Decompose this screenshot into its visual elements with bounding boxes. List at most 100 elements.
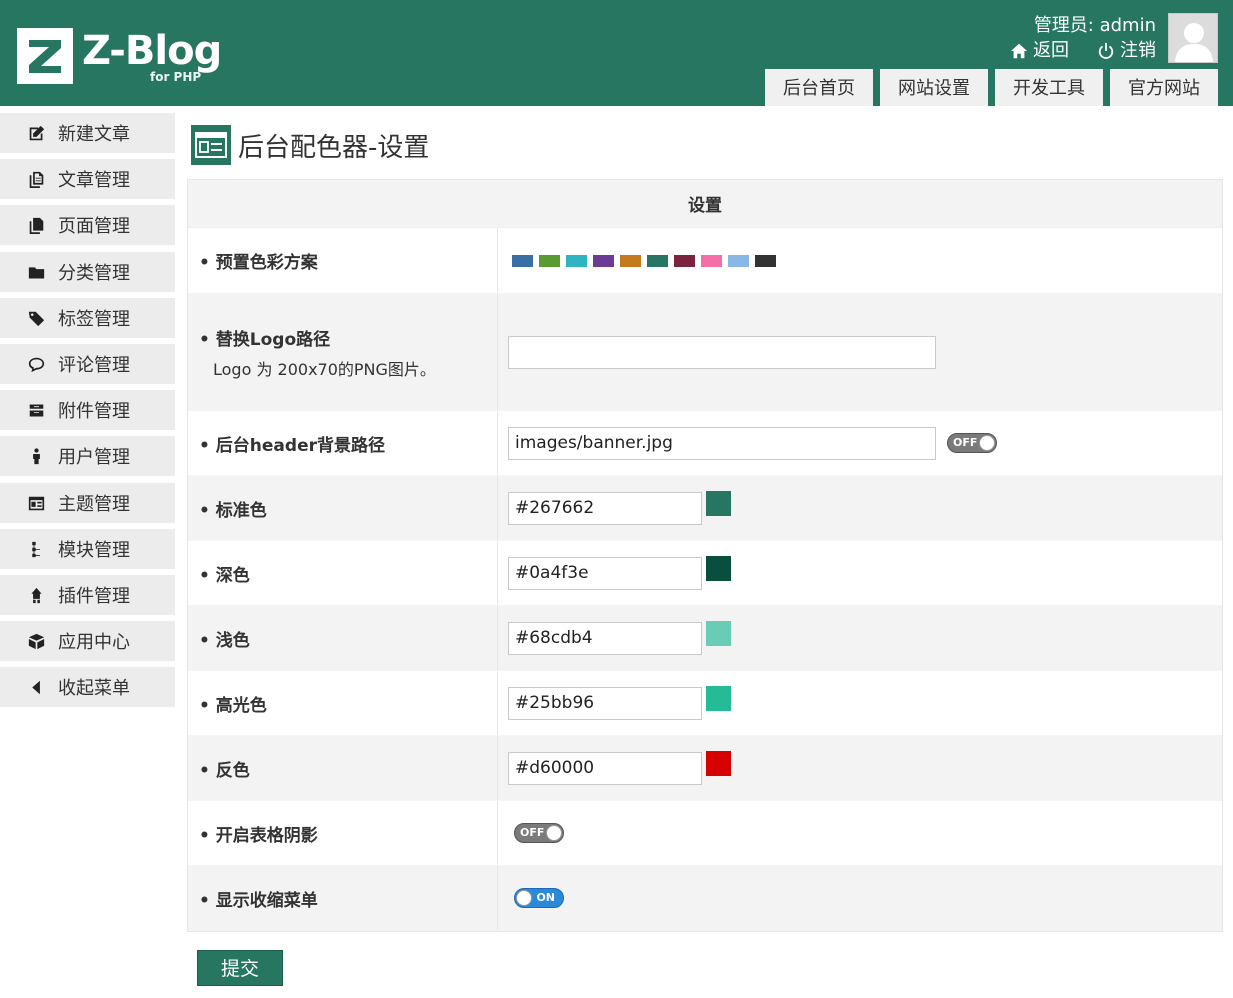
sidebar-item-label: 应用中心	[58, 632, 130, 653]
nav-site-settings[interactable]: 网站设置	[880, 69, 988, 106]
sidebar-item-pages[interactable]: 页面管理	[0, 205, 175, 245]
preset-swatch[interactable]	[755, 254, 776, 267]
preset-swatch[interactable]	[593, 254, 614, 267]
edit-icon	[29, 125, 44, 140]
header-bg-label: 后台header背景路径	[199, 431, 497, 456]
page-title-text: 后台配色器-设置	[238, 132, 430, 163]
sidebar-item-label: 模块管理	[58, 540, 130, 561]
sidebar-item-new-article[interactable]: 新建文章	[0, 113, 175, 153]
table-shadow-toggle[interactable]: OFF	[514, 823, 564, 843]
highlight-color-label: 高光色	[199, 691, 497, 716]
preset-swatch[interactable]	[728, 254, 749, 267]
tag-icon	[28, 311, 44, 326]
header-bg-toggle[interactable]: OFF	[947, 433, 997, 453]
nav-official-site[interactable]: 官方网站	[1110, 69, 1218, 106]
sidebar-item-app-center[interactable]: 应用中心	[0, 621, 175, 661]
toggle-state-label: OFF	[520, 826, 545, 839]
dark-color-label: 深色	[199, 561, 497, 586]
module-icon	[31, 541, 40, 557]
plugin-icon	[30, 587, 42, 603]
dark-color-preview[interactable]	[706, 555, 731, 581]
preset-swatch[interactable]	[647, 254, 668, 267]
preset-swatch[interactable]	[566, 254, 587, 267]
standard-color-input[interactable]	[508, 491, 702, 525]
light-color-label: 浅色	[199, 626, 497, 651]
preset-swatch[interactable]	[620, 254, 641, 267]
sidebar-item-themes[interactable]: 主题管理	[0, 483, 175, 523]
sidebar-item-modules[interactable]: 模块管理	[0, 529, 175, 569]
settings-window-icon	[191, 125, 231, 165]
sidebar-item-plugins[interactable]: 插件管理	[0, 575, 175, 615]
page-title: 后台配色器-设置	[191, 125, 429, 165]
sidebar-item-label: 分类管理	[58, 263, 130, 284]
row-header-bg: 后台header背景路径 OFF	[188, 411, 1222, 476]
logout-link[interactable]: 注销	[1097, 38, 1156, 64]
logo-mark	[17, 28, 73, 84]
back-link[interactable]: 返回	[1010, 38, 1069, 64]
preset-colors-label: 预置色彩方案	[199, 248, 497, 273]
table-shadow-label: 开启表格阴影	[199, 821, 497, 846]
preset-swatch[interactable]	[512, 254, 533, 267]
sidebar-item-label: 插件管理	[58, 586, 130, 607]
logout-label: 注销	[1120, 40, 1156, 61]
settings-panel: 设置 预置色彩方案 替换Logo路径 Logo 为 200x70的PNG图片。 …	[187, 179, 1223, 932]
logo-subtitle: for PHP	[150, 70, 202, 84]
inverse-color-preview[interactable]	[706, 750, 731, 776]
sidebar-item-label: 评论管理	[58, 355, 130, 376]
home-icon	[1010, 43, 1028, 59]
logo[interactable]: Z-Blog for PHP	[17, 28, 222, 84]
sidebar-item-label: 文章管理	[58, 170, 130, 191]
header-bg-input[interactable]	[508, 426, 936, 460]
sidebar-item-users[interactable]: 用户管理	[0, 436, 175, 476]
light-color-input[interactable]	[508, 621, 702, 655]
logo-title: Z-Blog	[82, 28, 222, 74]
sidebar-item-attachments[interactable]: 附件管理	[0, 390, 175, 430]
standard-color-label: 标准色	[199, 496, 497, 521]
preset-swatch[interactable]	[539, 254, 560, 267]
row-table-shadow: 开启表格阴影 OFF	[188, 801, 1222, 866]
comment-icon	[28, 357, 44, 372]
standard-color-preview[interactable]	[706, 490, 731, 516]
row-logo-path: 替换Logo路径 Logo 为 200x70的PNG图片。	[188, 294, 1222, 411]
logo-path-note: Logo 为 200x70的PNG图片。	[213, 359, 436, 379]
dark-color-input[interactable]	[508, 556, 702, 590]
highlight-color-preview[interactable]	[706, 685, 731, 711]
folder-icon	[28, 266, 44, 278]
sidebar-item-label: 用户管理	[58, 447, 130, 468]
settings-table-header: 设置	[188, 180, 1222, 228]
back-label: 返回	[1033, 40, 1069, 61]
sidebar-item-label: 新建文章	[58, 124, 130, 145]
highlight-color-input[interactable]	[508, 686, 702, 720]
row-preset-colors: 预置色彩方案	[188, 228, 1222, 294]
sidebar-item-collapse[interactable]: 收起菜单	[0, 667, 175, 707]
collapse-menu-label: 显示收缩菜单	[199, 886, 497, 911]
inverse-color-label: 反色	[199, 756, 497, 781]
sidebar-item-tags[interactable]: 标签管理	[0, 298, 175, 338]
logo-z-icon	[29, 40, 61, 73]
avatar-user-icon	[1169, 14, 1217, 62]
preset-swatch[interactable]	[674, 254, 695, 267]
user-name: 管理员: admin	[1033, 15, 1156, 36]
row-dark-color: 深色	[188, 541, 1222, 606]
collapse-icon	[31, 680, 40, 694]
attachment-icon	[29, 404, 43, 416]
light-color-preview[interactable]	[706, 620, 731, 646]
preset-swatch[interactable]	[701, 254, 722, 267]
sidebar-item-categories[interactable]: 分类管理	[0, 252, 175, 292]
collapse-menu-toggle[interactable]: ON	[514, 888, 564, 908]
inverse-color-input[interactable]	[508, 751, 702, 785]
sidebar-item-articles[interactable]: 文章管理	[0, 159, 175, 199]
sidebar-item-comments[interactable]: 评论管理	[0, 344, 175, 384]
sidebar-item-label: 主题管理	[58, 494, 130, 515]
power-icon	[1098, 42, 1114, 59]
toggle-state-label: OFF	[953, 436, 978, 449]
avatar[interactable]	[1168, 13, 1218, 63]
nav-admin-home[interactable]: 后台首页	[765, 69, 873, 106]
row-highlight-color: 高光色	[188, 671, 1222, 736]
nav-dev-tools[interactable]: 开发工具	[995, 69, 1103, 106]
user-icon	[32, 447, 40, 464]
logo-text: Z-Blog for PHP	[82, 28, 222, 84]
submit-button[interactable]: 提交	[197, 950, 283, 986]
sidebar-item-label: 标签管理	[58, 309, 130, 330]
logo-path-input[interactable]	[508, 335, 936, 369]
